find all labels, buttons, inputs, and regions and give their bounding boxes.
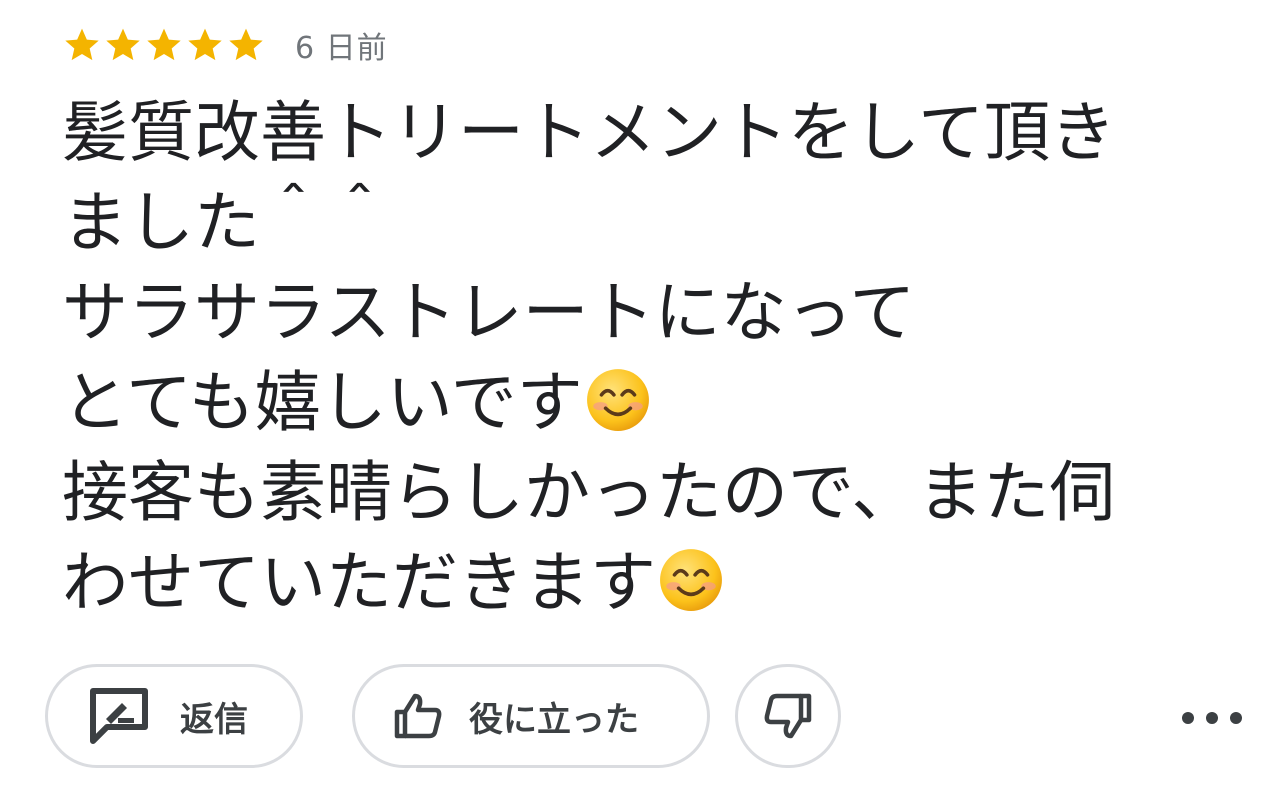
- smiling-face-emoji: [585, 367, 651, 433]
- more-dot: [1182, 712, 1194, 724]
- review-date: 6 日前: [295, 31, 388, 66]
- reply-button[interactable]: 返信: [45, 664, 303, 768]
- review-line-text: 接客も素晴らしかったので、また伺: [62, 454, 1116, 531]
- review-actions: 返信 役に立った: [0, 664, 1284, 772]
- star-icon: [185, 25, 225, 65]
- star-icon: [226, 25, 266, 65]
- review-line-text: サラサラストレートになって: [62, 274, 916, 351]
- helpful-label: 役に立った: [469, 699, 639, 740]
- review-line: 髪質改善トリートメントをして頂き: [62, 88, 1222, 178]
- review-line: とても嬉しいです: [62, 358, 1222, 448]
- reply-label: 返信: [180, 699, 248, 740]
- not-helpful-button[interactable]: [735, 664, 841, 768]
- review-card: 6 日前 髪質改善トリートメントをして頂き ました＾＾ サラサラストレートになっ…: [0, 0, 1284, 806]
- smiling-face-emoji: [658, 547, 724, 613]
- thumbs-down-icon: [763, 692, 813, 740]
- review-line: ました＾＾: [62, 178, 1222, 268]
- more-options-button[interactable]: [1182, 700, 1242, 736]
- review-line-text: ました＾＾: [62, 184, 392, 261]
- review-line: サラサラストレートになって: [62, 268, 1222, 358]
- reply-icon: [88, 686, 150, 746]
- star-icon: [103, 25, 143, 65]
- star-icon: [144, 25, 184, 65]
- thumbs-up-icon: [393, 692, 443, 740]
- review-body: 髪質改善トリートメントをして頂き ました＾＾ サラサラストレートになって とても…: [62, 88, 1222, 628]
- review-line-text: 髪質改善トリートメントをして頂き: [62, 94, 1117, 171]
- review-line: 接客も素晴らしかったので、また伺: [62, 448, 1222, 538]
- review-meta: 6 日前: [62, 22, 388, 68]
- review-line: わせていただきます: [62, 538, 1222, 628]
- review-line-text: わせていただきます: [62, 544, 656, 621]
- helpful-button[interactable]: 役に立った: [352, 664, 710, 768]
- more-dot: [1230, 712, 1242, 724]
- review-line-text: とても嬉しいです: [62, 364, 583, 441]
- star-icon: [62, 25, 102, 65]
- star-rating: [62, 25, 267, 65]
- more-dot: [1206, 712, 1218, 724]
